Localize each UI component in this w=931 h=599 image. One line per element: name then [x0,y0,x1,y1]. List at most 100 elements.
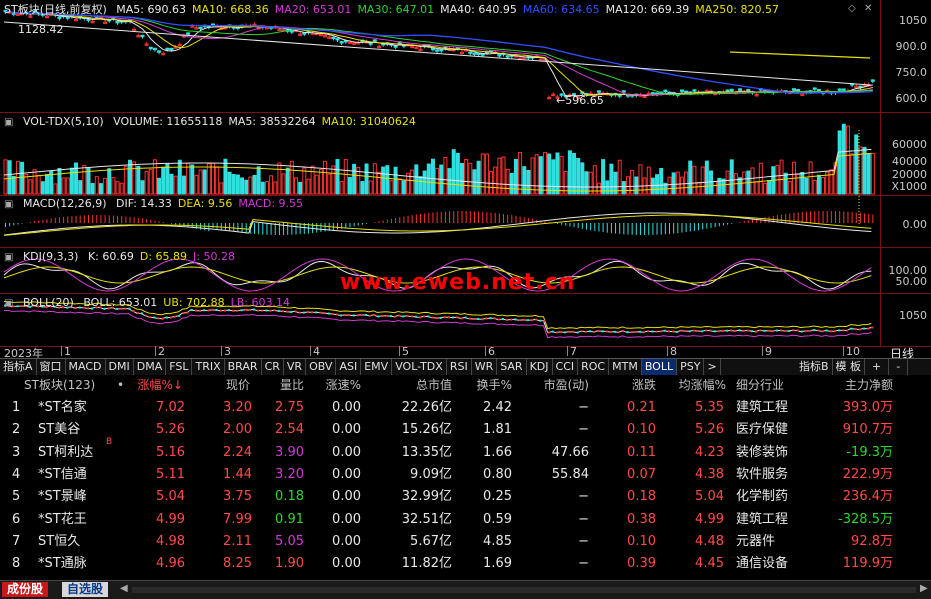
volume-bar [65,177,70,195]
tab-rsi[interactable]: RSI [447,359,472,375]
tab-sar[interactable]: SAR [497,359,527,375]
tab-[interactable]: 窗口 [37,359,66,375]
cell-turn: 1.81 [483,422,512,438]
boll-candle [298,311,301,314]
column-header[interactable]: ST板块(123) [24,375,95,395]
scroll-right-arrow[interactable]: ▶ [920,583,928,594]
boll-candle [365,313,368,316]
tab-mtm[interactable]: MTM [609,359,642,375]
panel-menu-icon[interactable]: ▣ [4,199,13,210]
tab-voltdx[interactable]: VOL-TDX [392,359,447,375]
collapse-icon[interactable]: ◇ [848,3,856,14]
tab-macd[interactable]: MACD [66,359,106,375]
tab-obv[interactable]: OBV [306,359,337,375]
tab-wr[interactable]: WR [472,359,498,375]
boll-candle [763,329,766,332]
tab-brar[interactable]: BRAR [225,359,262,375]
volume-bar [157,177,162,195]
volume-bar [634,176,639,195]
column-header[interactable]: 涨速% [326,375,361,395]
column-header[interactable]: 总市值 [416,375,452,395]
table-row[interactable]: 3 ST柯利达 B 5.16 2.24 3.90 0.00 13.35亿 1.66 47.66 0.… [0,437,931,464]
column-header[interactable]: 现价 [226,375,250,395]
tab-roc[interactable]: ROC [578,359,610,375]
volume-bar [360,181,365,195]
boll-candle [659,330,662,333]
cell-ind: 通信设备 [736,556,789,572]
column-header[interactable]: 市盈(动) [544,375,589,395]
tab-dmi[interactable]: DMI [106,359,134,375]
tab-asi[interactable]: ASI [336,359,362,375]
horizontal-scrollbar[interactable] [132,587,916,593]
tab-dma[interactable]: DMA [134,359,167,375]
column-header[interactable]: 涨跌 [632,375,656,395]
tab-boll[interactable]: BOLL [641,359,678,375]
add-panel-button[interactable]: + [865,359,890,375]
column-header[interactable]: 换手% [477,375,512,395]
column-header[interactable]: 均涨幅% [679,375,726,395]
volume-bar [372,163,377,195]
tab-[interactable]: > [704,359,721,375]
table-row[interactable]: 8 *ST通脉 4.96 8.25 1.90 0.00 11.82亿 1.69 − 0.39 4.4… [0,553,931,575]
volume-bar [725,170,730,195]
table-row[interactable]: 1 *ST名家 7.02 3.20 2.75 0.00 22.26亿 2.42 − 0.21 5.3… [0,397,931,419]
panel-menu-icon[interactable]: ▣ [4,298,13,309]
volume-bar [464,159,469,195]
volume-bar [343,159,348,195]
tab-cci[interactable]: CCI [553,359,579,375]
column-header[interactable]: • [117,375,124,395]
boll-candle [502,318,504,321]
panel-menu-icon[interactable]: ▣ [4,117,13,128]
table-row[interactable]: 2 ST美谷 5.26 2.00 2.54 0.00 15.26亿 1.81 − 0.10 5.26… [0,419,931,441]
tab-vr[interactable]: VR [284,359,307,375]
stock-table: ST板块(123) • 涨幅%↓ 现价 量比 涨速% 总市值 换手% 市盈(动) 涨跌 均涨幅% 细分… [0,375,931,580]
boll-candle [464,316,467,319]
table-row[interactable]: 7 ST恒久 4.98 2.11 5.05 0.00 5.67亿 4.85 − 0.10 4.48 元… [0,531,931,553]
boll-candle [174,315,177,318]
boll-candle [618,331,621,334]
tab-cr[interactable]: CR [262,359,284,375]
column-header[interactable]: 涨幅%↓ [138,375,183,395]
boll-candle [472,318,475,321]
boll-candle [630,331,633,334]
candle-body [140,34,145,38]
boll-candle [871,326,874,329]
tab-emv[interactable]: EMV [361,359,393,375]
panel-menu-icon[interactable]: ▣ [4,252,13,263]
volume-bar [816,174,821,195]
main-y-tick: 900.0 [895,40,928,53]
boll-candle [468,317,471,320]
tab-components[interactable]: 成份股 [2,582,49,597]
macd-indicator-value: DEA: 9.56 [177,197,233,210]
tab-watchlist[interactable]: 自选股 [62,582,109,597]
tab-a[interactable]: 指标A [0,359,37,375]
cell-name: ST柯利达 [38,444,94,460]
cell-speed: 0.00 [332,400,361,415]
boll-candle [456,316,459,319]
table-row[interactable]: 5 *ST景峰 5.04 3.75 0.18 0.00 32.99亿 0.25 − 0.18 5.0… [0,486,931,508]
close-icon[interactable]: ✕ [864,3,872,14]
column-header[interactable]: 主力净额 [845,375,893,395]
table-row[interactable]: 6 *ST花王 4.99 7.99 0.91 0.00 32.51亿 0.59 − 0.38 4.9… [0,509,931,531]
boll-candle [813,329,816,332]
column-header[interactable]: 量比 [280,375,304,395]
boll-candle [759,329,762,332]
candle-body [165,47,170,51]
cell-diff: 0.07 [627,466,656,482]
cell-idx: 3 [12,444,21,460]
kdj-panel-title: ▣ KDJ(9,3,3) K: 60.69 D: 65.89 J: 50.28 [4,249,247,265]
tab-trix[interactable]: TRIX [192,359,225,375]
column-header[interactable]: 细分行业 [736,375,784,395]
candle-body [497,54,502,57]
boll-candle [838,329,841,332]
tab-kdj[interactable]: KDJ [527,359,553,375]
scroll-left-arrow[interactable]: ◀ [120,583,128,594]
boll-candle [406,314,409,317]
tab-template[interactable]: 模 板 [833,359,866,375]
tab-indicator-b[interactable]: 指标B [796,359,833,375]
vol-indicator-value: VOLUME: 11655118 [113,115,223,128]
tab-psy[interactable]: PSY [677,359,705,375]
table-row[interactable]: 4 *ST信通 5.11 1.44 3.20 0.00 9.09亿 0.80 55.84 0.07… [0,464,931,486]
remove-panel-button[interactable]: - [889,359,909,375]
tab-fsl[interactable]: FSL [166,359,193,375]
